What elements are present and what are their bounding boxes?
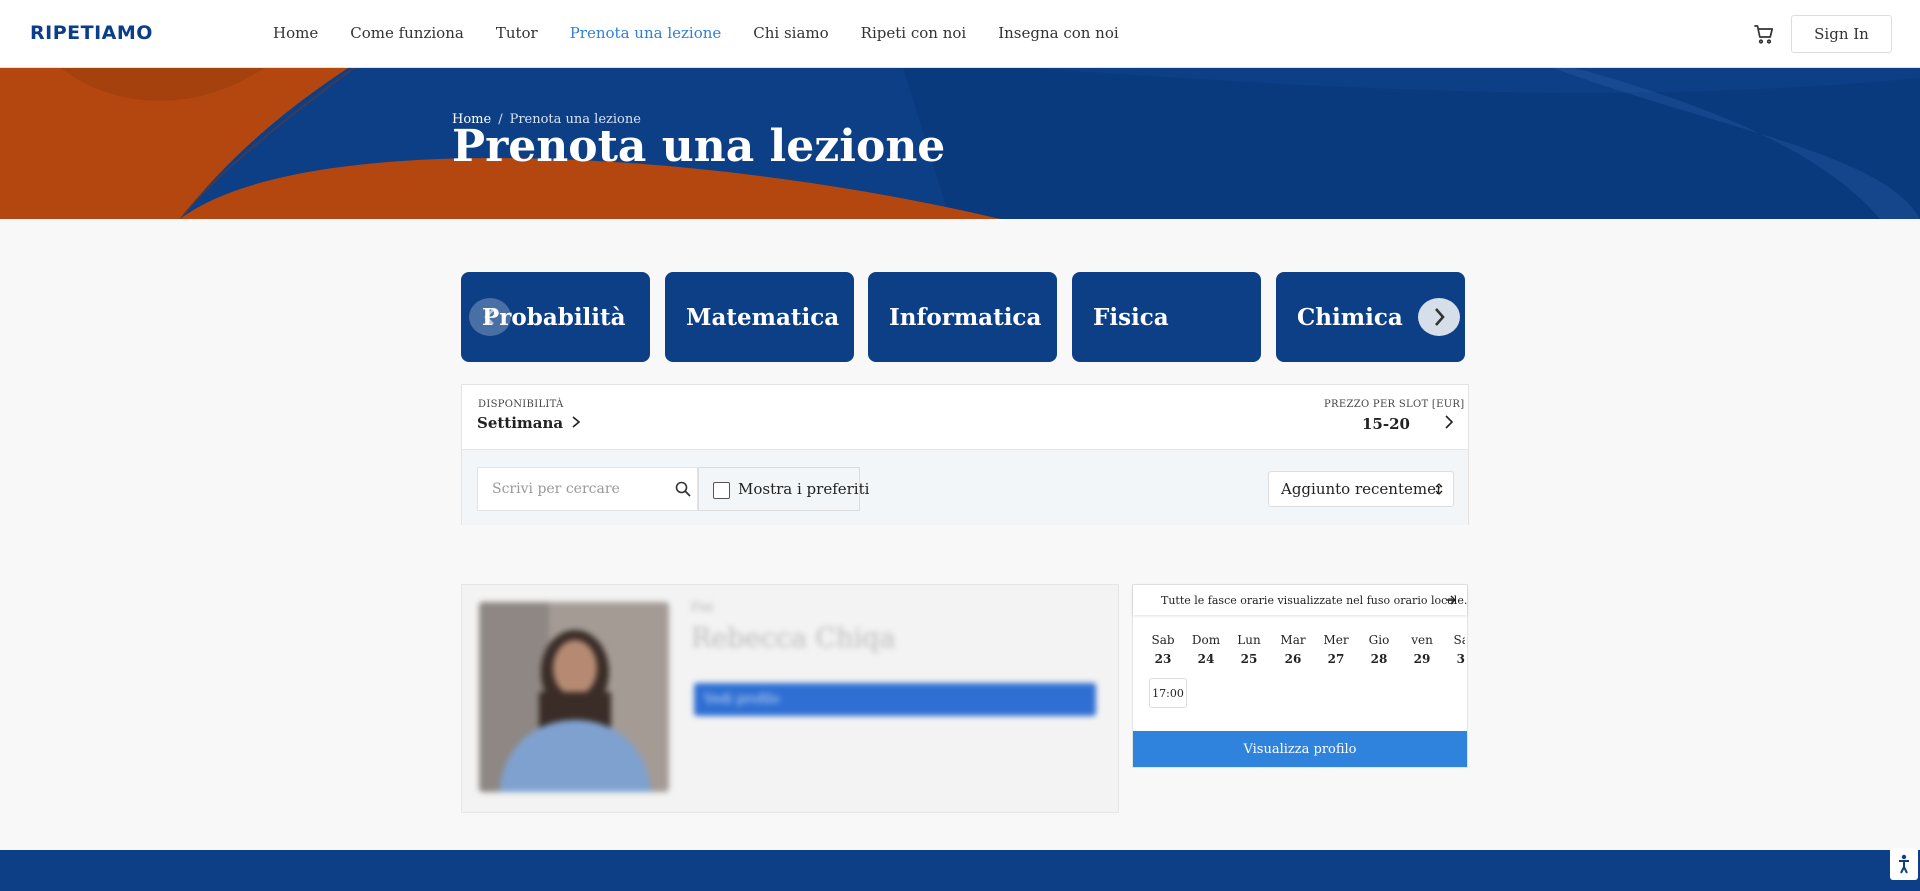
price-label: PREZZO PER SLOT [EUR] — [1324, 399, 1465, 410]
search-field — [477, 467, 698, 511]
logo[interactable]: RIPETIAMO — [30, 22, 153, 44]
top-navbar: RIPETIAMO Home Come funziona Tutor Preno… — [0, 0, 1920, 68]
day-column[interactable]: Mar 26 — [1273, 633, 1313, 666]
availability-value: Settimana — [477, 414, 564, 432]
day-column[interactable]: Lun 25 — [1229, 633, 1269, 666]
cart-icon[interactable] — [1752, 22, 1776, 46]
timezone-note: Tutte le fasce orarie visualizzate nel f… — [1133, 585, 1467, 615]
availability-label: DISPONIBILITÀ — [478, 399, 564, 410]
nav-prenota-una-lezione[interactable]: Prenota una lezione — [570, 24, 722, 42]
day-column[interactable]: ven 29 — [1402, 633, 1442, 666]
tutor-photo[interactable] — [479, 602, 669, 792]
sort-select[interactable]: Aggiunto recentemente — [1268, 471, 1454, 507]
nav-home[interactable]: Home — [273, 24, 318, 42]
subject-carousel: Probabilità Matematica Informatica Fisic… — [461, 272, 1465, 362]
caret-icon — [1435, 483, 1443, 495]
tutor-name[interactable]: Rebecca Chiqa — [691, 623, 896, 654]
availability-schedule: Tutte le fasce orarie visualizzate nel f… — [1132, 584, 1468, 768]
day-column[interactable]: Mer 27 — [1316, 633, 1356, 666]
carousel-next-button[interactable] — [1418, 298, 1460, 336]
hero-banner: Home / Prenota una lezione Prenota una lez… — [0, 68, 1920, 219]
timezone-note-text: Tutte le fasce orarie visualizzate nel f… — [1161, 594, 1468, 607]
chevron-right-icon — [1435, 308, 1445, 326]
hero-background — [0, 68, 1920, 219]
accessibility-button[interactable] — [1890, 848, 1918, 880]
favorites-label: Mostra i preferiti — [738, 480, 870, 498]
accessibility-icon — [1899, 854, 1909, 874]
availability-dropdown[interactable]: Settimana — [477, 414, 581, 432]
chevron-right-icon[interactable] — [1442, 415, 1456, 429]
subject-card-fisica[interactable]: Fisica — [1072, 272, 1261, 362]
day-column[interactable]: Dom 24 — [1186, 633, 1226, 666]
nav-tutor[interactable]: Tutor — [496, 24, 538, 42]
carousel-prev-button[interactable] — [469, 298, 511, 336]
subject-card-matematica[interactable]: Matematica — [665, 272, 854, 362]
chevron-left-icon — [484, 309, 494, 325]
footer — [0, 850, 1920, 891]
search-icon[interactable] — [675, 481, 691, 497]
tutor-subject: Fisi — [691, 600, 714, 614]
nav-ripeti-con-noi[interactable]: Ripeti con noi — [861, 24, 967, 42]
tutor-profile-button[interactable]: Vedi profilo — [694, 683, 1096, 716]
tutor-card: Fisi Rebecca Chiqa Vedi profilo — [461, 584, 1119, 813]
sign-in-button[interactable]: Sign In — [1791, 15, 1892, 53]
chevron-right-icon — [572, 416, 581, 428]
main-nav: Home Come funziona Tutor Prenota una lez… — [273, 24, 1119, 42]
filter-panel: DISPONIBILITÀ Settimana PREZZO PER SLOT … — [461, 384, 1469, 525]
nav-chi-siamo[interactable]: Chi siamo — [753, 24, 828, 42]
days-row: Sab 23 Dom 24 Lun 25 Mar 26 Mer 27 Gio 28 ven 2… — [1143, 633, 1465, 673]
search-input[interactable] — [478, 468, 668, 510]
day-column[interactable]: Gio 28 — [1359, 633, 1399, 666]
day-column[interactable]: Sab 23 — [1143, 633, 1183, 666]
nav-insegna-con-noi[interactable]: Insegna con noi — [998, 24, 1118, 42]
price-value[interactable]: 15-20 — [1362, 415, 1410, 433]
sort-value: Aggiunto recentemente — [1281, 480, 1441, 498]
nav-come-funziona[interactable]: Come funziona — [350, 24, 464, 42]
favorites-checkbox[interactable] — [713, 482, 730, 499]
arrow-right-icon[interactable] — [1445, 594, 1457, 606]
day-column[interactable]: Sab30 — [1445, 633, 1465, 666]
page-title: Prenota una lezione — [452, 121, 946, 172]
view-profile-button[interactable]: Visualizza profilo — [1133, 731, 1467, 767]
time-slot[interactable]: 17:00 — [1149, 678, 1187, 708]
favorites-toggle[interactable]: Mostra i preferiti — [698, 467, 869, 511]
subject-card-informatica[interactable]: Informatica — [868, 272, 1057, 362]
